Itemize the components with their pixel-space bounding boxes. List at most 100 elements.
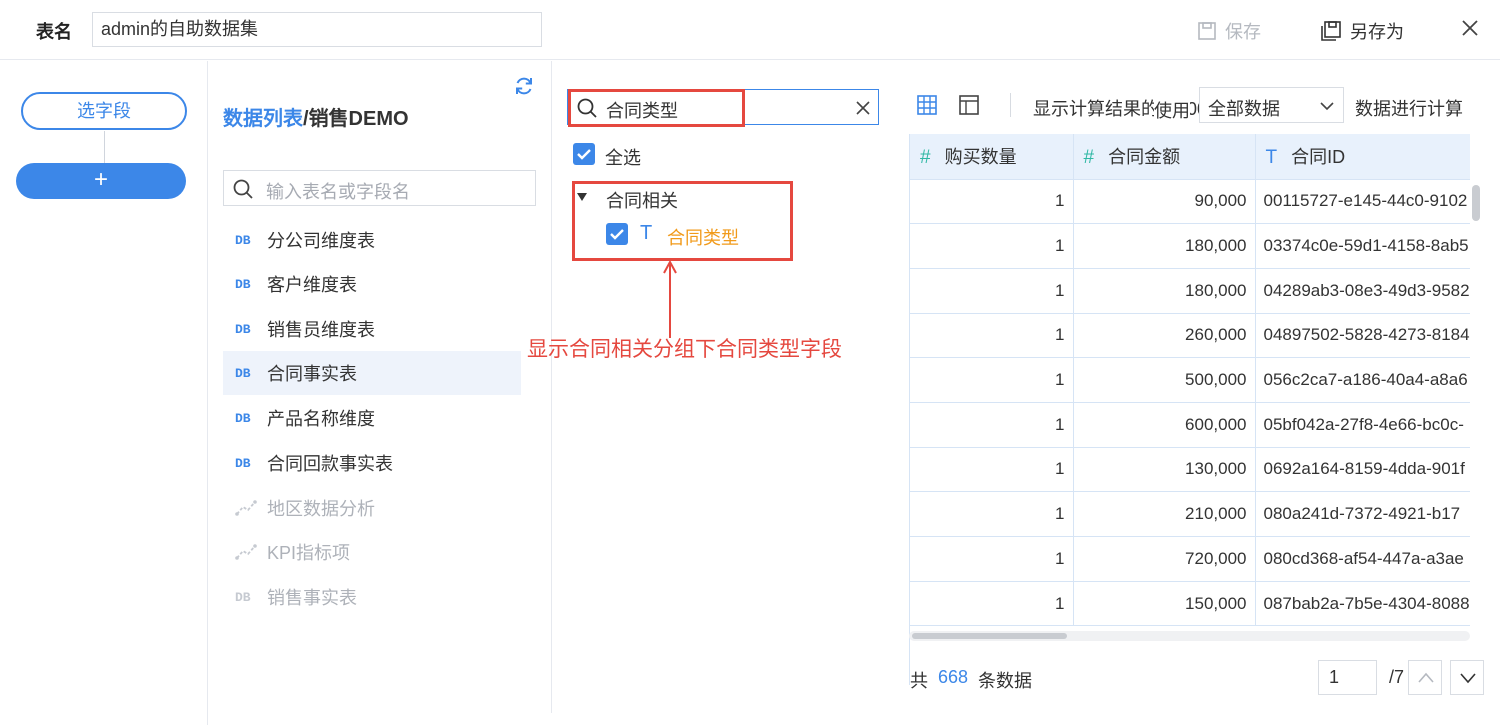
page-number-input[interactable]: 1 — [1318, 660, 1377, 695]
grid-view-icon[interactable] — [916, 94, 938, 116]
select-fields-step[interactable]: 选字段 — [21, 92, 187, 130]
table-cell: 05bf042a-27f8-4e66-bc0c- — [1255, 402, 1470, 448]
prev-page-button[interactable] — [1408, 660, 1442, 695]
chevron-up-icon — [1418, 672, 1434, 683]
table-item[interactable]: DB 销售员维度表 — [223, 307, 521, 351]
table-cell: 1 — [910, 402, 1074, 448]
refresh-icon[interactable] — [513, 75, 535, 97]
table-item[interactable]: DB 客户维度表 — [223, 262, 521, 306]
number-type-icon: # — [1083, 147, 1095, 169]
table-cell: 1 — [910, 491, 1074, 537]
annotation-arrow-icon — [663, 260, 677, 338]
table-item-disabled: KPI指标项 — [223, 530, 521, 574]
table-row: 1 500,000 056c2ca7-a186-40a4-a8a6 — [910, 357, 1470, 403]
save-as-button[interactable]: 另存为 — [1320, 18, 1404, 44]
table-name-value: admin的自助数据集 — [101, 19, 259, 39]
page-total: /7 — [1389, 667, 1405, 687]
table-cell: 080a241d-7372-4921-b17 — [1255, 491, 1470, 537]
database-icon: DB — [235, 589, 251, 605]
table-item-label: 销售事实表 — [267, 588, 357, 608]
scrollbar-thumb[interactable] — [912, 633, 1067, 639]
annotation-text: 显示合同相关分组下合同类型字段 — [527, 338, 842, 361]
scrollbar-thumb[interactable] — [1472, 185, 1480, 221]
table-item-disabled: 地区数据分析 — [223, 486, 521, 530]
table-cell: 1 — [910, 357, 1074, 403]
table-cell: 180,000 — [1073, 223, 1256, 269]
field-highlight-box — [572, 181, 793, 261]
calc-scope-value: 全部数据 — [1208, 99, 1280, 119]
preview-panel: 显示计算结果的前5000行 使用 全部数据 数据进行计算 # 购买数量 # 合同金额… — [894, 75, 1500, 710]
number-type-icon: # — [920, 147, 931, 169]
column-header[interactable]: # 合同金额 — [1073, 134, 1256, 180]
analysis-icon — [235, 500, 257, 516]
table-name-input[interactable]: admin的自助数据集 — [92, 12, 542, 47]
table-item-selected[interactable]: DB 合同事实表 — [223, 351, 521, 395]
table-cell: 080cd368-af54-447a-a3ae — [1255, 536, 1470, 582]
table-cell: 04289ab3-08e3-49d3-9582 — [1255, 268, 1470, 314]
column-header-label: 合同金额 — [1108, 147, 1181, 168]
save-label: 保存 — [1225, 22, 1261, 42]
data-list-panel: 数据列表/销售DEMO 输入表名或字段名 DB 分公司维度表 DB 客户维度表 … — [209, 61, 552, 713]
select-all-checkbox[interactable] — [573, 143, 595, 165]
table-cell: 600,000 — [1073, 402, 1256, 448]
table-item-label: 产品名称维度 — [267, 409, 375, 429]
table-item[interactable]: DB 产品名称维度 — [223, 396, 521, 440]
save-icon — [1198, 22, 1216, 40]
table-item[interactable]: DB 分公司维度表 — [223, 218, 521, 262]
chevron-down-icon — [1320, 102, 1334, 111]
step-connector — [104, 131, 105, 163]
clear-icon[interactable] — [854, 99, 872, 117]
table-cell: 1 — [910, 313, 1074, 359]
column-header[interactable]: T 合同ID — [1255, 134, 1470, 180]
text-type-icon: T — [1265, 147, 1278, 169]
horizontal-scrollbar[interactable] — [909, 631, 1470, 641]
table-row: 1 180,000 03374c0e-59d1-4158-8ab5 — [910, 223, 1470, 269]
vertical-scrollbar[interactable] — [1471, 185, 1481, 685]
step-column: 选字段 + — [0, 61, 208, 725]
table-cell: 1 — [910, 581, 1074, 627]
grid-header-row: # 购买数量 # 合同金额 T 合同ID — [910, 134, 1470, 180]
database-icon: DB — [235, 321, 251, 337]
database-icon: DB — [235, 455, 251, 471]
table-cell: 00115727-e145-44c0-9102 — [1255, 179, 1470, 225]
calc-scope-select[interactable]: 全部数据 — [1199, 87, 1344, 123]
table-cell: 180,000 — [1073, 268, 1256, 314]
breadcrumb-current: 销售DEMO — [308, 108, 409, 130]
table-item[interactable]: DB 合同回款事实表 — [223, 441, 521, 485]
table-row: 1 90,000 00115727-e145-44c0-9102 — [910, 179, 1470, 225]
table-item-label: 销售员维度表 — [267, 320, 375, 340]
column-header-label: 合同ID — [1291, 147, 1346, 168]
column-header[interactable]: # 购买数量 — [910, 134, 1074, 180]
table-search-input[interactable]: 输入表名或字段名 — [223, 170, 536, 206]
select-all-label: 全选 — [605, 148, 641, 168]
table-cell: 210,000 — [1073, 491, 1256, 537]
table-item-label: 地区数据分析 — [267, 499, 375, 519]
table-cell: 03374c0e-59d1-4158-8ab5 — [1255, 223, 1470, 269]
check-icon — [577, 149, 591, 160]
calc-use-text: 使用 — [1154, 97, 1190, 123]
search-highlight-box — [568, 89, 745, 127]
header-bar: 表名 admin的自助数据集 保存 另存为 — [0, 0, 1500, 60]
table-cell: 04897502-5828-4273-8184 — [1255, 313, 1470, 359]
add-step-button[interactable]: + — [16, 163, 186, 199]
table-item-label: 分公司维度表 — [267, 231, 375, 251]
table-item-disabled: DB 销售事实表 — [223, 575, 521, 619]
breadcrumb-root[interactable]: 数据列表 — [223, 108, 303, 130]
table-cell: 260,000 — [1073, 313, 1256, 359]
close-icon[interactable] — [1458, 16, 1482, 40]
save-button[interactable]: 保存 — [1197, 18, 1261, 44]
table-row: 1 210,000 080a241d-7372-4921-b17 — [910, 491, 1470, 537]
search-icon — [233, 179, 253, 199]
chevron-down-icon — [1460, 673, 1476, 684]
table-row: 1 260,000 04897502-5828-4273-8184 — [910, 313, 1470, 359]
row-count-prefix: 共 — [910, 671, 928, 691]
calc-suffix-text: 数据进行计算 — [1355, 99, 1463, 119]
table-item-label: 合同事实表 — [267, 364, 357, 384]
next-page-button[interactable] — [1450, 660, 1484, 695]
table-cell: 1 — [910, 179, 1074, 225]
table-cell: 1 — [910, 447, 1074, 493]
layout-view-icon[interactable] — [958, 94, 980, 116]
toolbar-divider — [1010, 93, 1011, 117]
database-icon: DB — [235, 410, 251, 426]
database-icon: DB — [235, 276, 251, 292]
